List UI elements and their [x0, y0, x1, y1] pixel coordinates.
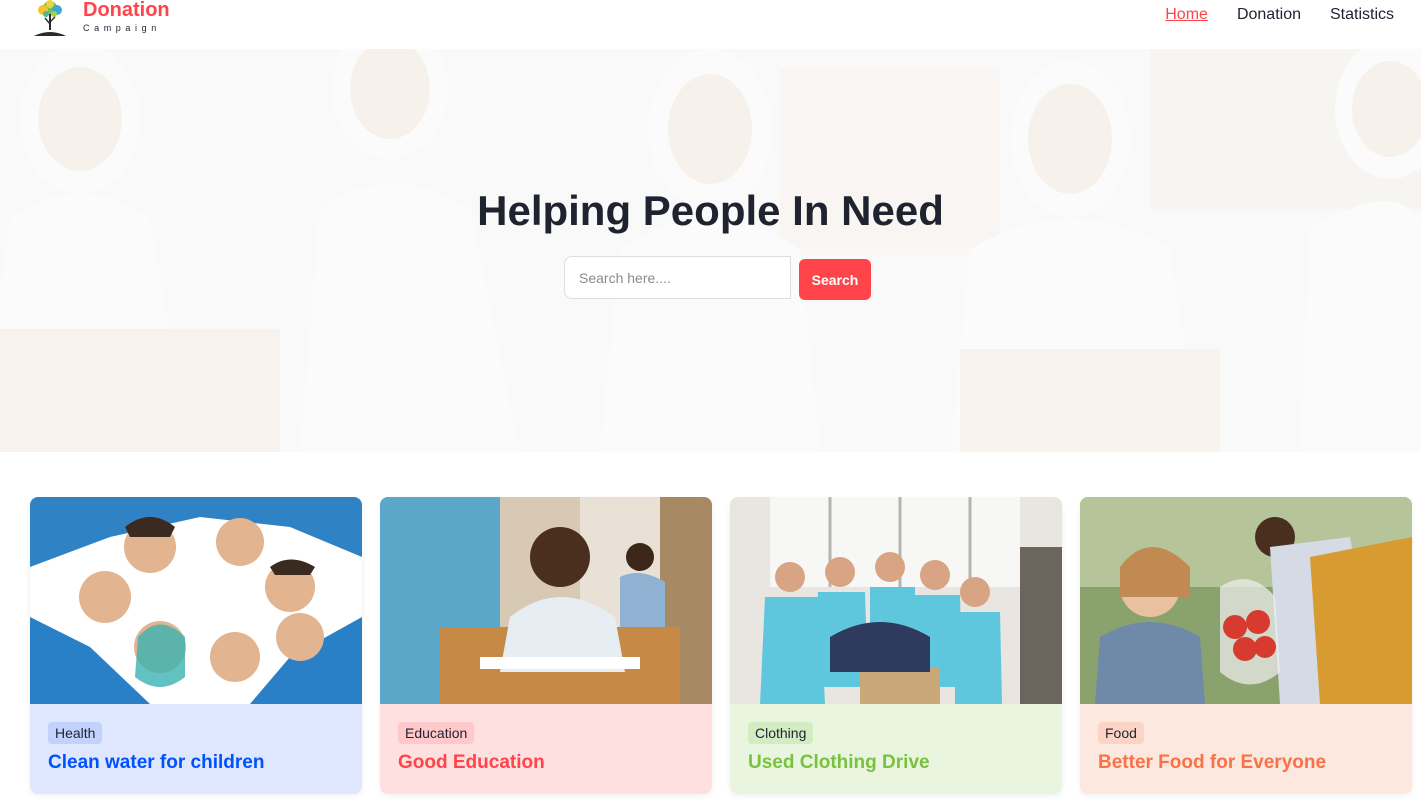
card-image-health: [30, 497, 362, 704]
card-title: Clean water for children: [48, 752, 265, 773]
card-image-food: [1080, 497, 1412, 704]
category-badge: Food: [1098, 722, 1144, 744]
site-header: Donation Campaign Home Donation Statisti…: [0, 0, 1421, 49]
card-clothing[interactable]: Clothing Used Clothing Drive: [730, 497, 1062, 794]
card-title: Used Clothing Drive: [748, 752, 930, 773]
category-badge: Health: [48, 722, 103, 744]
card-food[interactable]: Food Better Food for Everyone: [1080, 497, 1412, 794]
card-title: Better Food for Everyone: [1098, 752, 1327, 773]
card-title: Good Education: [398, 752, 545, 773]
search-bar: Search: [564, 256, 871, 300]
logo[interactable]: Donation Campaign: [30, 0, 170, 38]
hero-title: Helping People In Need: [477, 187, 944, 234]
tree-logo-icon: [34, 0, 66, 36]
card-body-food: Food Better Food for Everyone: [1080, 704, 1412, 794]
card-image-clothing: [730, 497, 1062, 704]
donation-cards: Health Clean water for children Educatio…: [30, 497, 1421, 794]
card-education[interactable]: Education Good Education: [380, 497, 712, 794]
logo-subtitle: Campaign: [83, 23, 161, 33]
nav-donation[interactable]: Donation: [1237, 6, 1301, 24]
nav-statistics[interactable]: Statistics: [1330, 6, 1394, 24]
hero-overlay: [0, 49, 1421, 452]
card-body-education: Education Good Education: [380, 704, 712, 794]
card-body-health: Health Clean water for children: [30, 704, 362, 794]
card-health[interactable]: Health Clean water for children: [30, 497, 362, 794]
hero-banner: Helping People In Need Search: [0, 49, 1421, 452]
card-body-clothing: Clothing Used Clothing Drive: [730, 704, 1062, 794]
category-badge: Education: [398, 722, 475, 744]
category-badge: Clothing: [748, 722, 814, 744]
nav-home[interactable]: Home: [1165, 6, 1208, 24]
search-input[interactable]: [564, 256, 791, 299]
logo-title: Donation: [83, 0, 170, 21]
logo-text: Donation Campaign: [83, 0, 170, 33]
main-nav: Home Donation Statistics: [1136, 6, 1394, 24]
card-image-education: [380, 497, 712, 704]
search-button[interactable]: Search: [799, 259, 871, 300]
